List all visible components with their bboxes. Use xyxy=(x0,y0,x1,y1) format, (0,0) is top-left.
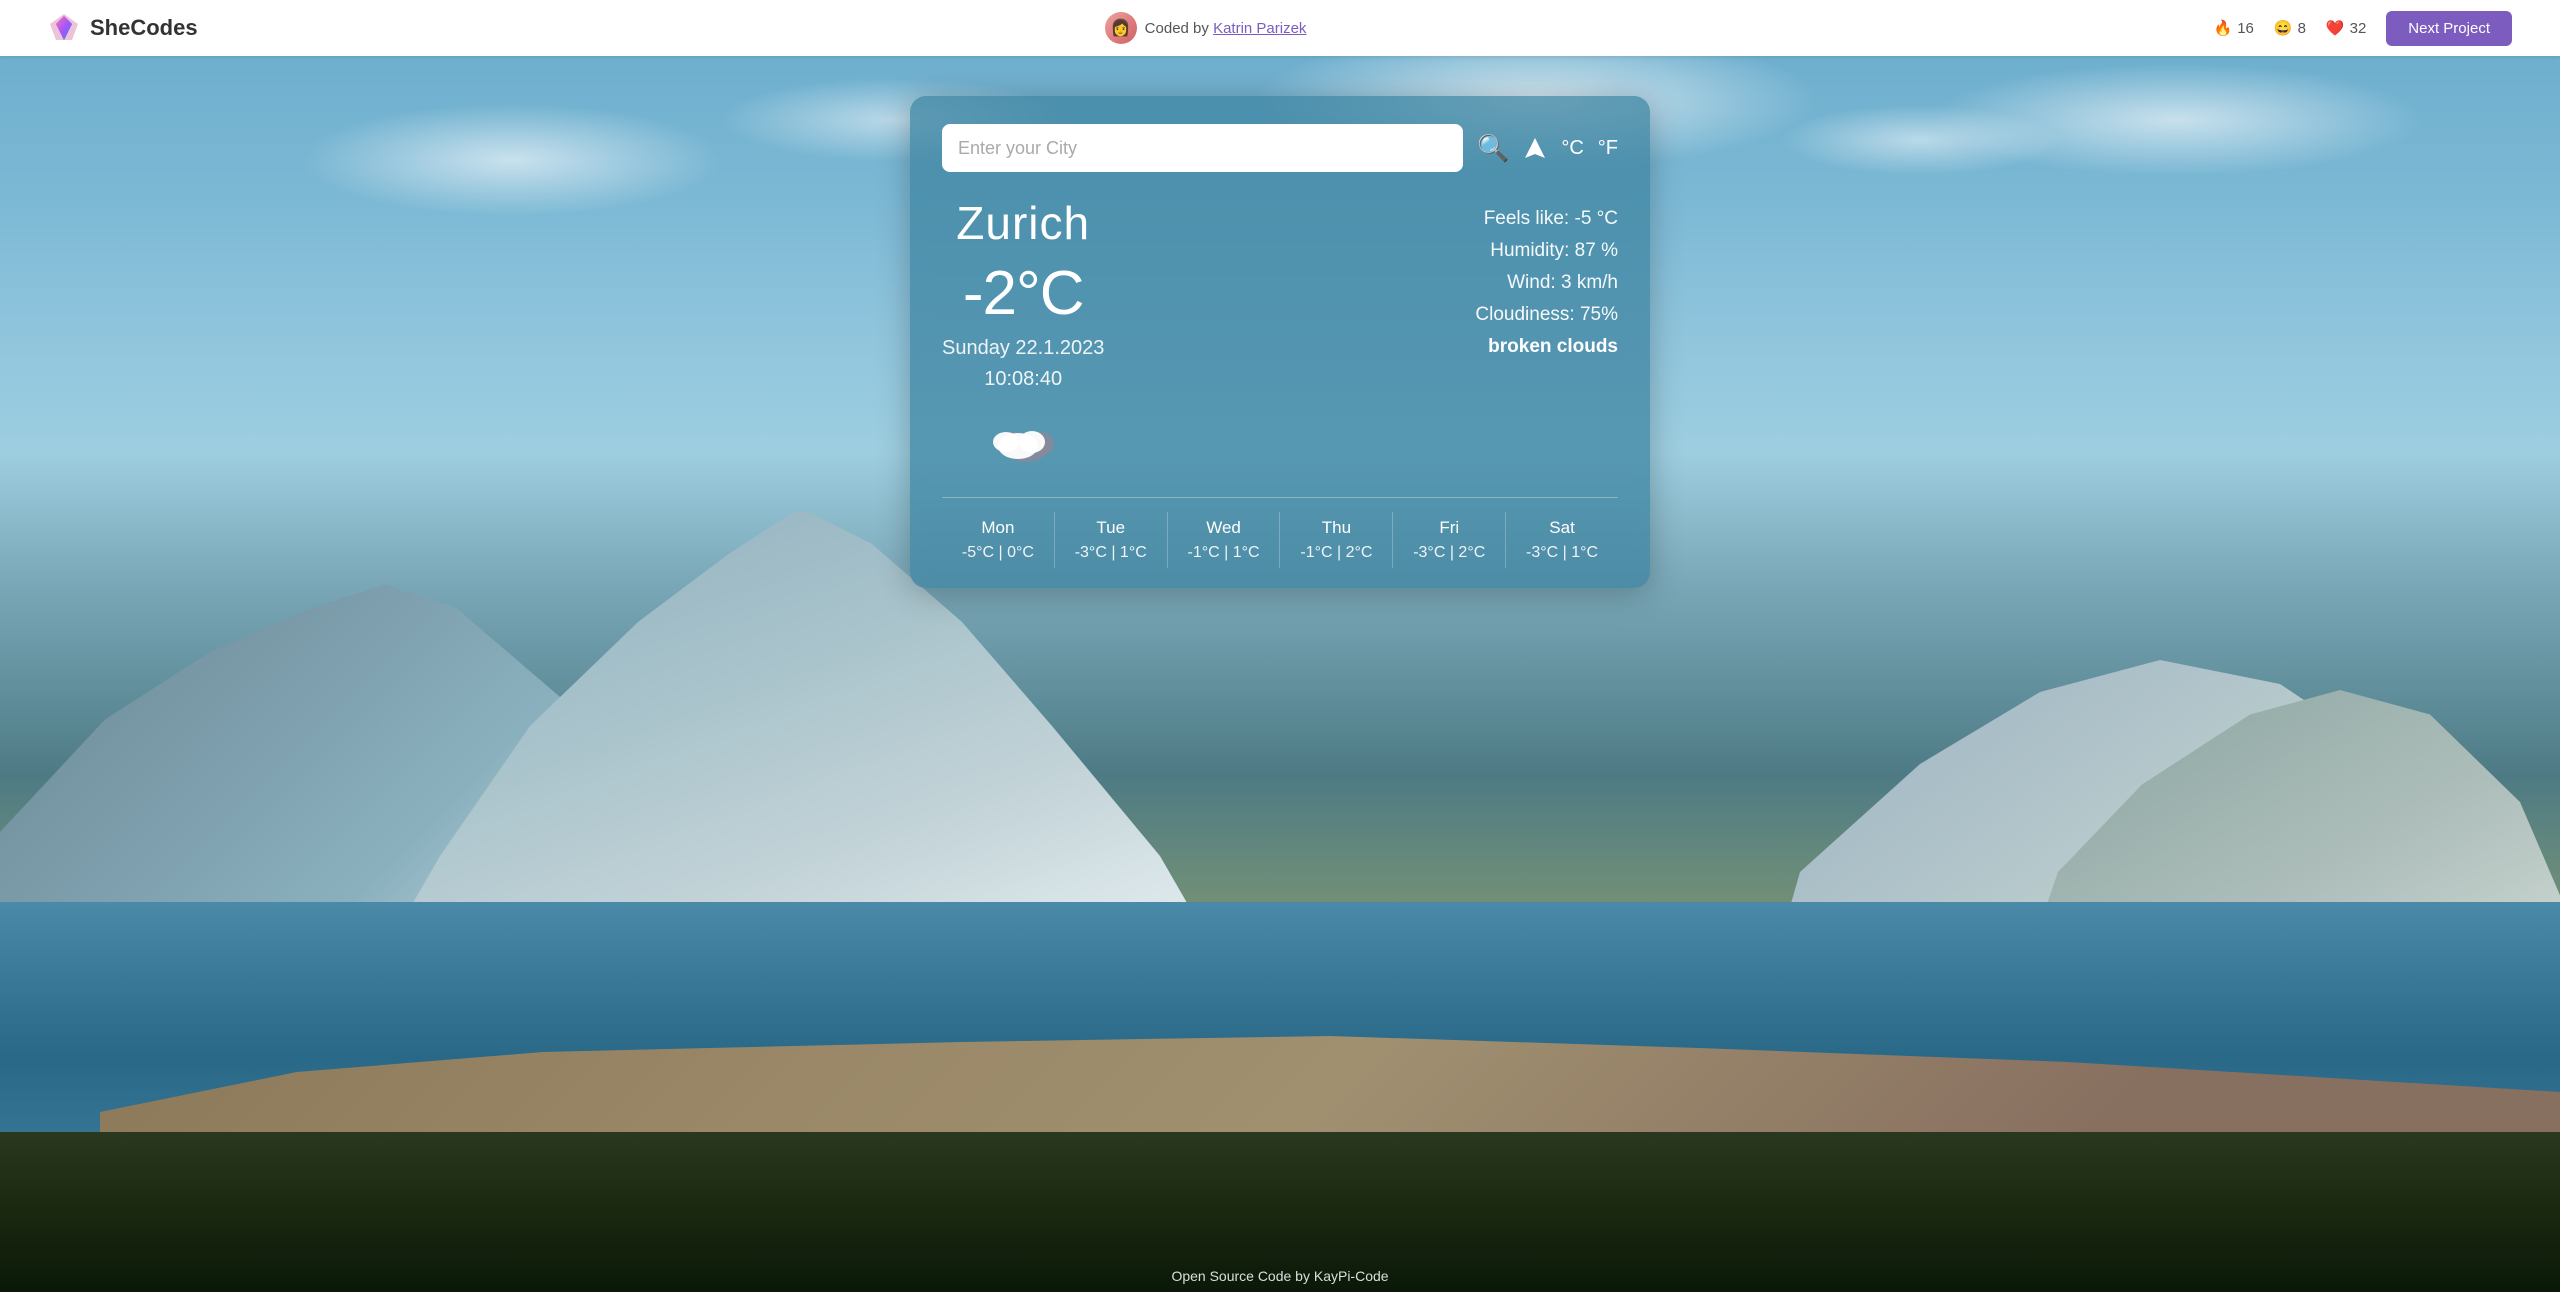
weather-card: 🔍 °C °F Zurich -2°C Sunday 22.1.2023 10:… xyxy=(910,96,1650,588)
weather-right: Feels like: -5 °C Humidity: 87 % Wind: 3… xyxy=(1475,196,1618,358)
weather-description: broken clouds xyxy=(1475,336,1618,358)
date-display: Sunday 22.1.2023 xyxy=(942,337,1104,360)
laugh-icon: 😄 xyxy=(2274,19,2293,37)
wind: Wind: 3 km/h xyxy=(1475,272,1618,294)
fahrenheit-button[interactable]: °F xyxy=(1598,137,1618,160)
footer: Open Source Code by KayPi-Code xyxy=(1171,1268,1388,1284)
footer-text: Open Source Code by KayPi-Code xyxy=(1171,1268,1388,1284)
forecast-temps: -5°C | 0°C xyxy=(962,544,1034,562)
time-display: 10:08:40 xyxy=(984,368,1062,391)
laugh-count: 8 xyxy=(2298,20,2306,37)
forecast-day-name: Mon xyxy=(981,518,1014,538)
forecast-day: Wed -1°C | 1°C xyxy=(1168,512,1281,568)
laugh-reaction: 😄 8 xyxy=(2274,19,2306,37)
navbar-center: 👩 Coded by Katrin Parizek xyxy=(1105,12,1307,44)
logo-container: SheCodes xyxy=(48,12,198,44)
forecast-temps: -3°C | 2°C xyxy=(1413,544,1485,562)
coded-by-label: Coded by Katrin Parizek xyxy=(1145,20,1307,37)
fire-icon: 🔥 xyxy=(2214,19,2233,37)
cloudiness: Cloudiness: 75% xyxy=(1475,304,1618,326)
navbar-right: 🔥 16 😄 8 ❤️ 32 Next Project xyxy=(2214,11,2512,46)
city-name: Zurich xyxy=(956,196,1090,250)
heart-reaction: ❤️ 32 xyxy=(2326,19,2366,37)
search-row: 🔍 °C °F xyxy=(942,124,1618,172)
logo-text: SheCodes xyxy=(90,15,198,41)
forecast-day-name: Thu xyxy=(1322,518,1351,538)
shecodes-logo-icon xyxy=(48,12,80,44)
celsius-button[interactable]: °C xyxy=(1561,137,1583,160)
heart-count: 32 xyxy=(2350,20,2367,37)
forecast-day-name: Tue xyxy=(1096,518,1125,538)
author-link[interactable]: Katrin Parizek xyxy=(1213,20,1306,37)
feels-like: Feels like: -5 °C xyxy=(1475,208,1618,230)
fire-reaction: 🔥 16 xyxy=(2214,19,2254,37)
weather-left: Zurich -2°C Sunday 22.1.2023 10:08:40 xyxy=(942,196,1104,481)
temperature-display: -2°C xyxy=(963,258,1084,329)
forecast-day: Tue -3°C | 1°C xyxy=(1055,512,1168,568)
forecast-day-name: Fri xyxy=(1439,518,1459,538)
forecast-temps: -3°C | 1°C xyxy=(1526,544,1598,562)
forecast-day-name: Wed xyxy=(1206,518,1241,538)
forecast-day-name: Sat xyxy=(1549,518,1575,538)
cloud-icon xyxy=(988,416,1058,466)
heart-icon: ❤️ xyxy=(2326,19,2345,37)
navbar: SheCodes 👩 Coded by Katrin Parizek 🔥 16 … xyxy=(0,0,2560,56)
forecast-day: Thu -1°C | 2°C xyxy=(1280,512,1393,568)
forecast-day: Fri -3°C | 2°C xyxy=(1393,512,1506,568)
forecast-row: Mon -5°C | 0°C Tue -3°C | 1°C Wed -1°C | 1°C T… xyxy=(942,497,1618,568)
forecast-temps: -1°C | 2°C xyxy=(1300,544,1372,562)
search-icon: 🔍 xyxy=(1477,133,1509,164)
avatar-emoji: 👩 xyxy=(1111,18,1131,38)
weather-main: Zurich -2°C Sunday 22.1.2023 10:08:40 xyxy=(942,196,1618,481)
location-arrow-icon xyxy=(1523,136,1547,160)
forecast-temps: -1°C | 1°C xyxy=(1188,544,1260,562)
avatar: 👩 xyxy=(1105,12,1137,44)
fire-count: 16 xyxy=(2237,20,2254,37)
weather-icon xyxy=(988,407,1058,481)
forecast-day: Sat -3°C | 1°C xyxy=(1506,512,1618,568)
search-button[interactable]: 🔍 xyxy=(1477,133,1509,164)
humidity: Humidity: 87 % xyxy=(1475,240,1618,262)
city-search-input[interactable] xyxy=(942,124,1463,172)
forecast-day: Mon -5°C | 0°C xyxy=(942,512,1055,568)
forecast-temps: -3°C | 1°C xyxy=(1075,544,1147,562)
next-project-button[interactable]: Next Project xyxy=(2386,11,2512,46)
location-button[interactable] xyxy=(1523,136,1547,160)
